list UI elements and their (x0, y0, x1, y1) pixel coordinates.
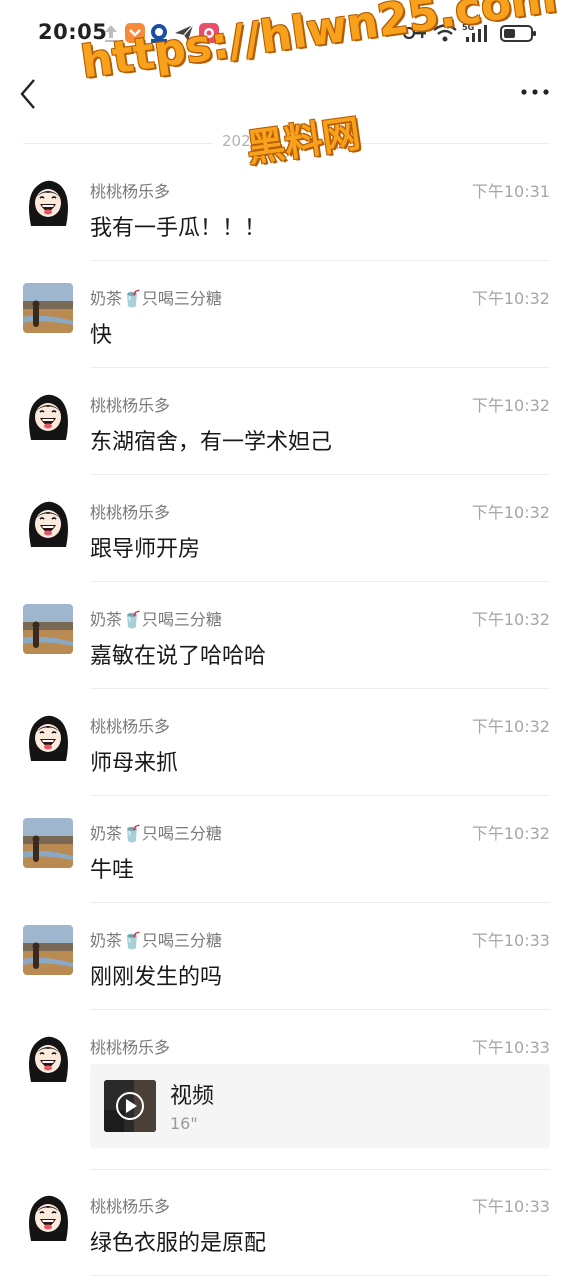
message-text[interactable]: 跟导师开房 (90, 531, 200, 563)
sender-name: 桃桃杨乐多 (90, 1197, 171, 1216)
message-text[interactable]: 快 (90, 317, 112, 349)
separator-line (360, 143, 550, 144)
game-app-icon (199, 23, 219, 43)
avatar[interactable] (23, 1032, 73, 1082)
status-bar: 20:05 5G (0, 0, 573, 66)
message-text[interactable]: 牛哇 (90, 852, 134, 884)
avatar[interactable] (23, 925, 73, 975)
divider (90, 367, 550, 368)
shield-app-icon (125, 23, 145, 43)
divider (90, 1009, 550, 1010)
message-item: 奶茶🥤只喝三分糖 下午10:32 牛哇 (0, 814, 573, 904)
send-icon (175, 24, 194, 41)
message-item: 奶茶🥤只喝三分糖 下午10:33 刚刚发生的吗 (0, 921, 573, 1011)
divider (90, 1169, 550, 1170)
divider (90, 474, 550, 475)
chat-nav-bar (0, 66, 573, 130)
divider (90, 902, 550, 903)
avatar[interactable] (23, 390, 73, 440)
message-item: 桃桃杨乐多 下午10:32 东湖宿舍，有一学术妲己 (0, 386, 573, 476)
message-time: 下午10:32 (471, 396, 550, 415)
video-thumbnail[interactable] (104, 1080, 156, 1132)
message-time: 下午10:33 (471, 1038, 550, 1057)
message-time: 下午10:32 (471, 824, 550, 843)
divider (90, 1275, 550, 1276)
divider (90, 260, 550, 261)
message-time: 下午10:32 (471, 610, 550, 629)
video-duration: 16" (170, 1114, 198, 1133)
divider (90, 581, 550, 582)
message-time: 下午10:32 (471, 289, 550, 308)
svg-text:5G: 5G (462, 23, 474, 32)
battery-icon (500, 25, 536, 42)
message-item: 桃桃杨乐多 下午10:33 绿色衣服的是原配 (0, 1187, 573, 1280)
date-text: 202 (222, 132, 251, 150)
sender-name: 奶茶🥤只喝三分糖 (90, 824, 222, 843)
message-time: 下午10:32 (471, 717, 550, 736)
message-time: 下午10:32 (471, 503, 550, 522)
date-separator: 202 日 (0, 132, 573, 154)
message-item: 桃桃杨乐多 下午10:33 视频 16" (0, 1028, 573, 1171)
sender-name: 奶茶🥤只喝三分糖 (90, 610, 222, 629)
message-item: 桃桃杨乐多 下午10:32 师母来抓 (0, 707, 573, 797)
back-button[interactable] (16, 74, 48, 114)
message-text[interactable]: 刚刚发生的吗 (90, 959, 222, 991)
avatar[interactable] (23, 1191, 73, 1241)
divider (90, 795, 550, 796)
sender-name: 桃桃杨乐多 (90, 182, 171, 201)
status-time: 20:05 (38, 20, 108, 44)
avatar[interactable] (23, 711, 73, 761)
video-message-card[interactable]: 视频 16" (90, 1064, 550, 1148)
message-text[interactable]: 嘉敏在说了哈哈哈 (90, 638, 266, 670)
sender-name: 奶茶🥤只喝三分糖 (90, 931, 222, 950)
signal-5g-icon: 5G (462, 23, 487, 42)
message-time: 下午10:33 (471, 931, 550, 950)
message-time: 下午10:33 (471, 1197, 550, 1216)
avatar[interactable] (23, 497, 73, 547)
key-icon (402, 26, 426, 40)
message-text[interactable]: 师母来抓 (90, 745, 178, 777)
avatar[interactable] (23, 283, 73, 333)
wifi-icon (433, 24, 457, 42)
message-item: 奶茶🥤只喝三分糖 下午10:32 嘉敏在说了哈哈哈 (0, 600, 573, 690)
date-text-suffix: 日 (334, 134, 350, 152)
message-text[interactable]: 我有一手瓜！！！ (90, 210, 266, 242)
avatar[interactable] (23, 604, 73, 654)
message-text[interactable]: 绿色衣服的是原配 (90, 1225, 266, 1257)
message-time: 下午10:31 (471, 182, 550, 201)
avatar[interactable] (23, 176, 73, 226)
sender-name: 桃桃杨乐多 (90, 1038, 171, 1057)
message-text[interactable]: 东湖宿舍，有一学术妲己 (90, 424, 332, 456)
video-label: 视频 (170, 1084, 215, 1109)
sender-name: 奶茶🥤只喝三分糖 (90, 289, 222, 308)
separator-line (23, 143, 213, 144)
message-item: 桃桃杨乐多 下午10:32 跟导师开房 (0, 493, 573, 583)
message-item: 桃桃杨乐多 下午10:31 我有一手瓜！！！ (0, 172, 573, 262)
message-item: 奶茶🥤只喝三分糖 下午10:32 快 (0, 279, 573, 369)
divider (90, 688, 550, 689)
sender-name: 桃桃杨乐多 (90, 717, 171, 736)
bank-app-icon (151, 24, 167, 43)
more-options-button[interactable] (519, 80, 551, 104)
upload-icon (105, 25, 117, 42)
avatar[interactable] (23, 818, 73, 868)
sender-name: 桃桃杨乐多 (90, 503, 171, 522)
sender-name: 桃桃杨乐多 (90, 396, 171, 415)
